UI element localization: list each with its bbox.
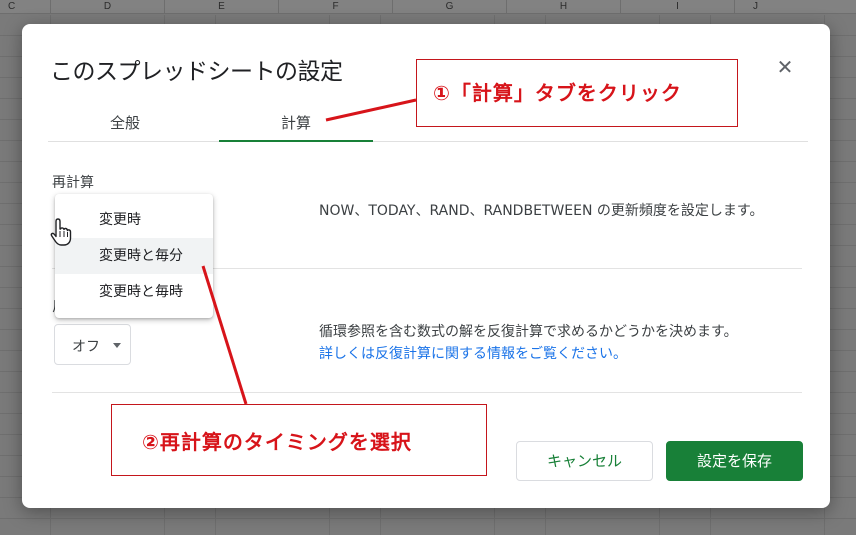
recalc-description: NOW、TODAY、RAND、RANDBETWEEN の更新頻度を設定します。 bbox=[319, 203, 764, 219]
iterative-select[interactable]: オフ bbox=[54, 324, 131, 365]
dialog-title: このスプレッドシートの設定 bbox=[50, 59, 343, 85]
cancel-button[interactable]: キャンセル bbox=[516, 441, 653, 481]
column-header-h[interactable]: H bbox=[507, 0, 621, 14]
column-header-d[interactable]: D bbox=[51, 0, 165, 14]
recalc-label: 再計算 bbox=[52, 175, 94, 191]
tab-calculation[interactable]: 計算 bbox=[219, 108, 373, 142]
column-header-c[interactable]: C bbox=[0, 0, 51, 14]
annotation-callout-1: ①「計算」タブをクリック bbox=[416, 59, 738, 127]
chevron-down-icon bbox=[113, 343, 121, 348]
iterative-description: 循環参照を含む数式の解を反復計算で求めるかどうかを決めます。 bbox=[319, 324, 738, 340]
column-header-i[interactable]: I bbox=[621, 0, 735, 14]
column-header-j[interactable]: J bbox=[735, 0, 795, 14]
tab-general[interactable]: 全般 bbox=[48, 108, 202, 142]
column-header-g[interactable]: G bbox=[393, 0, 507, 14]
recalc-dropdown-menu: 変更時 変更時と毎分 変更時と毎時 bbox=[55, 194, 213, 318]
menu-item-on-change[interactable]: 変更時 bbox=[55, 202, 213, 238]
annotation-callout-2: ②再計算のタイミングを選択 bbox=[111, 404, 487, 476]
close-icon[interactable]: ✕ bbox=[772, 54, 798, 80]
iterative-description-block: 循環参照を含む数式の解を反復計算で求めるかどうかを決めます。 詳しくは反復計算に… bbox=[319, 321, 809, 365]
hand-pointer-icon bbox=[50, 218, 72, 246]
iterative-select-value: オフ bbox=[72, 339, 100, 355]
column-header-f[interactable]: F bbox=[279, 0, 393, 14]
column-header-row: C D E F G H I J bbox=[0, 0, 856, 14]
column-header-e[interactable]: E bbox=[165, 0, 279, 14]
section-divider bbox=[52, 392, 802, 393]
save-settings-button[interactable]: 設定を保存 bbox=[666, 441, 803, 481]
iterative-help-link[interactable]: 詳しくは反復計算に関する情報をご覧ください。 bbox=[319, 343, 809, 365]
menu-item-on-change-every-minute[interactable]: 変更時と毎分 bbox=[55, 238, 213, 274]
menu-item-on-change-every-hour[interactable]: 変更時と毎時 bbox=[55, 274, 213, 310]
